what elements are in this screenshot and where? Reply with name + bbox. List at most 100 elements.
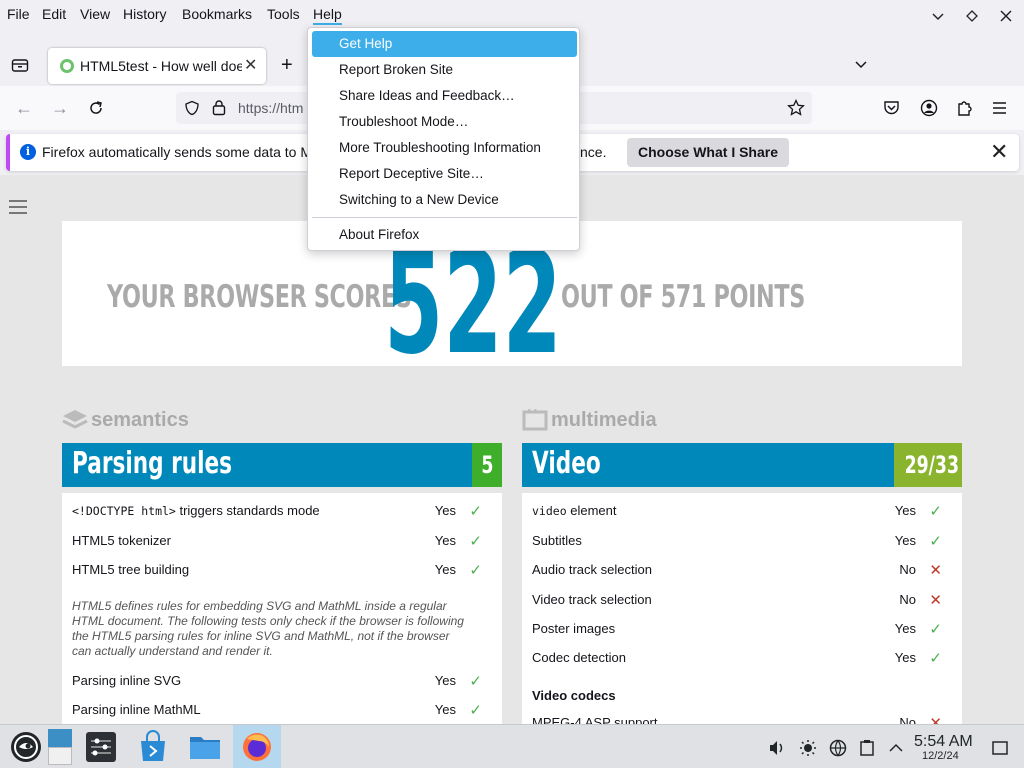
- menuitem-troubleshoot-mode[interactable]: Troubleshoot Mode…: [312, 109, 577, 135]
- row-value: Yes: [894, 621, 916, 636]
- row-value: Yes: [434, 702, 456, 717]
- clock-time[interactable]: 5:54 AM: [914, 733, 973, 751]
- check-icon: ✓: [929, 533, 942, 550]
- close-window-icon[interactable]: [998, 8, 1014, 24]
- menu-bar: File Edit View History Bookmarks Tools H…: [0, 0, 1024, 30]
- section-body-video: video element Yes ✓ Subtitles Yes ✓ Audi…: [522, 493, 962, 724]
- check-icon: ✓: [469, 503, 482, 520]
- software-store-icon[interactable]: [135, 729, 171, 765]
- category-multimedia: multimedia: [551, 409, 657, 431]
- row-label: Poster images: [532, 621, 616, 636]
- section-header-parsing-rules: Parsing rules 5: [62, 443, 502, 487]
- notification-close-icon[interactable]: ✕: [990, 139, 1008, 165]
- menu-separator: [312, 217, 577, 218]
- new-tab-button[interactable]: +: [281, 54, 293, 77]
- check-icon: ✓: [469, 702, 482, 719]
- tab-html5test[interactable]: HTML5test - How well does ✕: [48, 48, 266, 84]
- row-label: HTML5 tree building: [72, 562, 190, 577]
- row-value: Yes: [894, 650, 916, 665]
- show-desktop-icon[interactable]: [991, 739, 1009, 757]
- category-semantics: semantics: [91, 409, 189, 431]
- row-label: MPEG-4 ASP support: [532, 715, 658, 724]
- score-number: 522: [384, 221, 562, 386]
- menuitem-report-deceptive-site[interactable]: Report Deceptive Site…: [312, 161, 577, 187]
- show-hidden-icons-icon[interactable]: [887, 739, 905, 757]
- tracking-protection-shield-icon[interactable]: [184, 100, 200, 116]
- score-suffix: OUT OF 571 POINTS: [561, 279, 805, 315]
- result-row: Audio track selection No ✕: [532, 562, 952, 582]
- clipboard-icon[interactable]: [858, 739, 876, 757]
- menu-help[interactable]: Help: [313, 6, 342, 25]
- help-menu-dropdown: Get Help Report Broken Site Share Ideas …: [307, 27, 580, 251]
- menuitem-more-troubleshooting[interactable]: More Troubleshooting Information: [312, 135, 577, 161]
- result-row: MPEG-4 ASP support No ✕: [532, 715, 952, 724]
- page-menu-icon[interactable]: [9, 200, 27, 218]
- extensions-icon[interactable]: [956, 99, 973, 117]
- result-row: Subtitles Yes ✓: [532, 533, 952, 553]
- file-manager-icon[interactable]: [187, 729, 223, 765]
- result-row: Parsing inline MathML Yes ✓: [72, 702, 492, 722]
- row-value: No: [899, 562, 916, 577]
- menu-bookmarks[interactable]: Bookmarks: [182, 6, 252, 23]
- section-score-value: 29/33: [904, 451, 959, 479]
- section-score-badge: 29/33: [894, 443, 962, 487]
- account-icon[interactable]: [920, 99, 938, 117]
- row-label: Parsing inline MathML: [72, 702, 201, 717]
- tab-list-icon[interactable]: [11, 57, 29, 73]
- check-icon: ✓: [469, 562, 482, 579]
- pager-icon[interactable]: [48, 729, 72, 765]
- cross-icon: ✕: [929, 562, 942, 579]
- result-row: video element Yes ✓: [532, 503, 952, 523]
- menu-edit[interactable]: Edit: [42, 6, 66, 23]
- section-score-badge: 5: [472, 443, 502, 487]
- network-icon[interactable]: [829, 739, 847, 757]
- menu-history[interactable]: History: [123, 6, 167, 23]
- cross-icon: ✕: [929, 715, 942, 724]
- section-title: Video: [532, 446, 601, 481]
- row-value: Yes: [434, 503, 456, 518]
- check-icon: ✓: [929, 650, 942, 667]
- volume-icon[interactable]: [768, 739, 786, 757]
- system-settings-icon[interactable]: [83, 729, 119, 765]
- semantics-icon: [62, 410, 88, 429]
- pocket-icon[interactable]: [883, 100, 900, 116]
- menuitem-switching-device[interactable]: Switching to a New Device: [312, 187, 577, 213]
- row-value: No: [899, 592, 916, 607]
- back-icon[interactable]: ←: [12, 96, 36, 120]
- row-value: Yes: [434, 562, 456, 577]
- result-row: Poster images Yes ✓: [532, 621, 952, 641]
- clock-date[interactable]: 12/2/24: [922, 750, 959, 762]
- maximize-icon[interactable]: [964, 8, 980, 24]
- forward-icon[interactable]: →: [48, 96, 72, 120]
- result-row: Codec detection Yes ✓: [532, 650, 952, 670]
- check-icon: ✓: [929, 503, 942, 520]
- menuitem-share-ideas[interactable]: Share Ideas and Feedback…: [312, 83, 577, 109]
- video-codecs-heading: Video codecs: [532, 688, 616, 703]
- list-all-tabs-icon[interactable]: [854, 58, 868, 72]
- menu-file[interactable]: File: [7, 6, 30, 23]
- notification-text-start: Firefox automatically sends some data to…: [42, 144, 313, 160]
- reload-icon[interactable]: [88, 100, 104, 116]
- app-menu-icon[interactable]: [992, 101, 1007, 115]
- menuitem-get-help[interactable]: Get Help: [312, 31, 577, 57]
- menuitem-report-broken-site[interactable]: Report Broken Site: [312, 57, 577, 83]
- firefox-icon[interactable]: [239, 729, 275, 765]
- tab-close-icon[interactable]: ✕: [244, 55, 257, 75]
- application-launcher-icon[interactable]: [8, 729, 44, 765]
- row-label: HTML5 tokenizer: [72, 533, 171, 548]
- row-label: Audio track selection: [532, 562, 652, 577]
- result-row: Video track selection No ✕: [532, 592, 952, 612]
- brightness-icon[interactable]: [799, 739, 817, 757]
- menuitem-about-firefox[interactable]: About Firefox: [312, 222, 577, 248]
- choose-what-i-share-button[interactable]: Choose What I Share: [627, 138, 789, 167]
- info-icon: i: [20, 144, 36, 160]
- section-header-video: Video 29/33: [522, 443, 962, 487]
- multimedia-icon: [522, 409, 548, 431]
- menu-view[interactable]: View: [80, 6, 110, 23]
- bookmark-star-icon[interactable]: [787, 99, 805, 117]
- menu-tools[interactable]: Tools: [267, 6, 300, 23]
- cross-icon: ✕: [929, 592, 942, 609]
- minimize-icon[interactable]: [930, 8, 946, 24]
- row-value: Yes: [894, 503, 916, 518]
- lock-icon[interactable]: [212, 99, 226, 116]
